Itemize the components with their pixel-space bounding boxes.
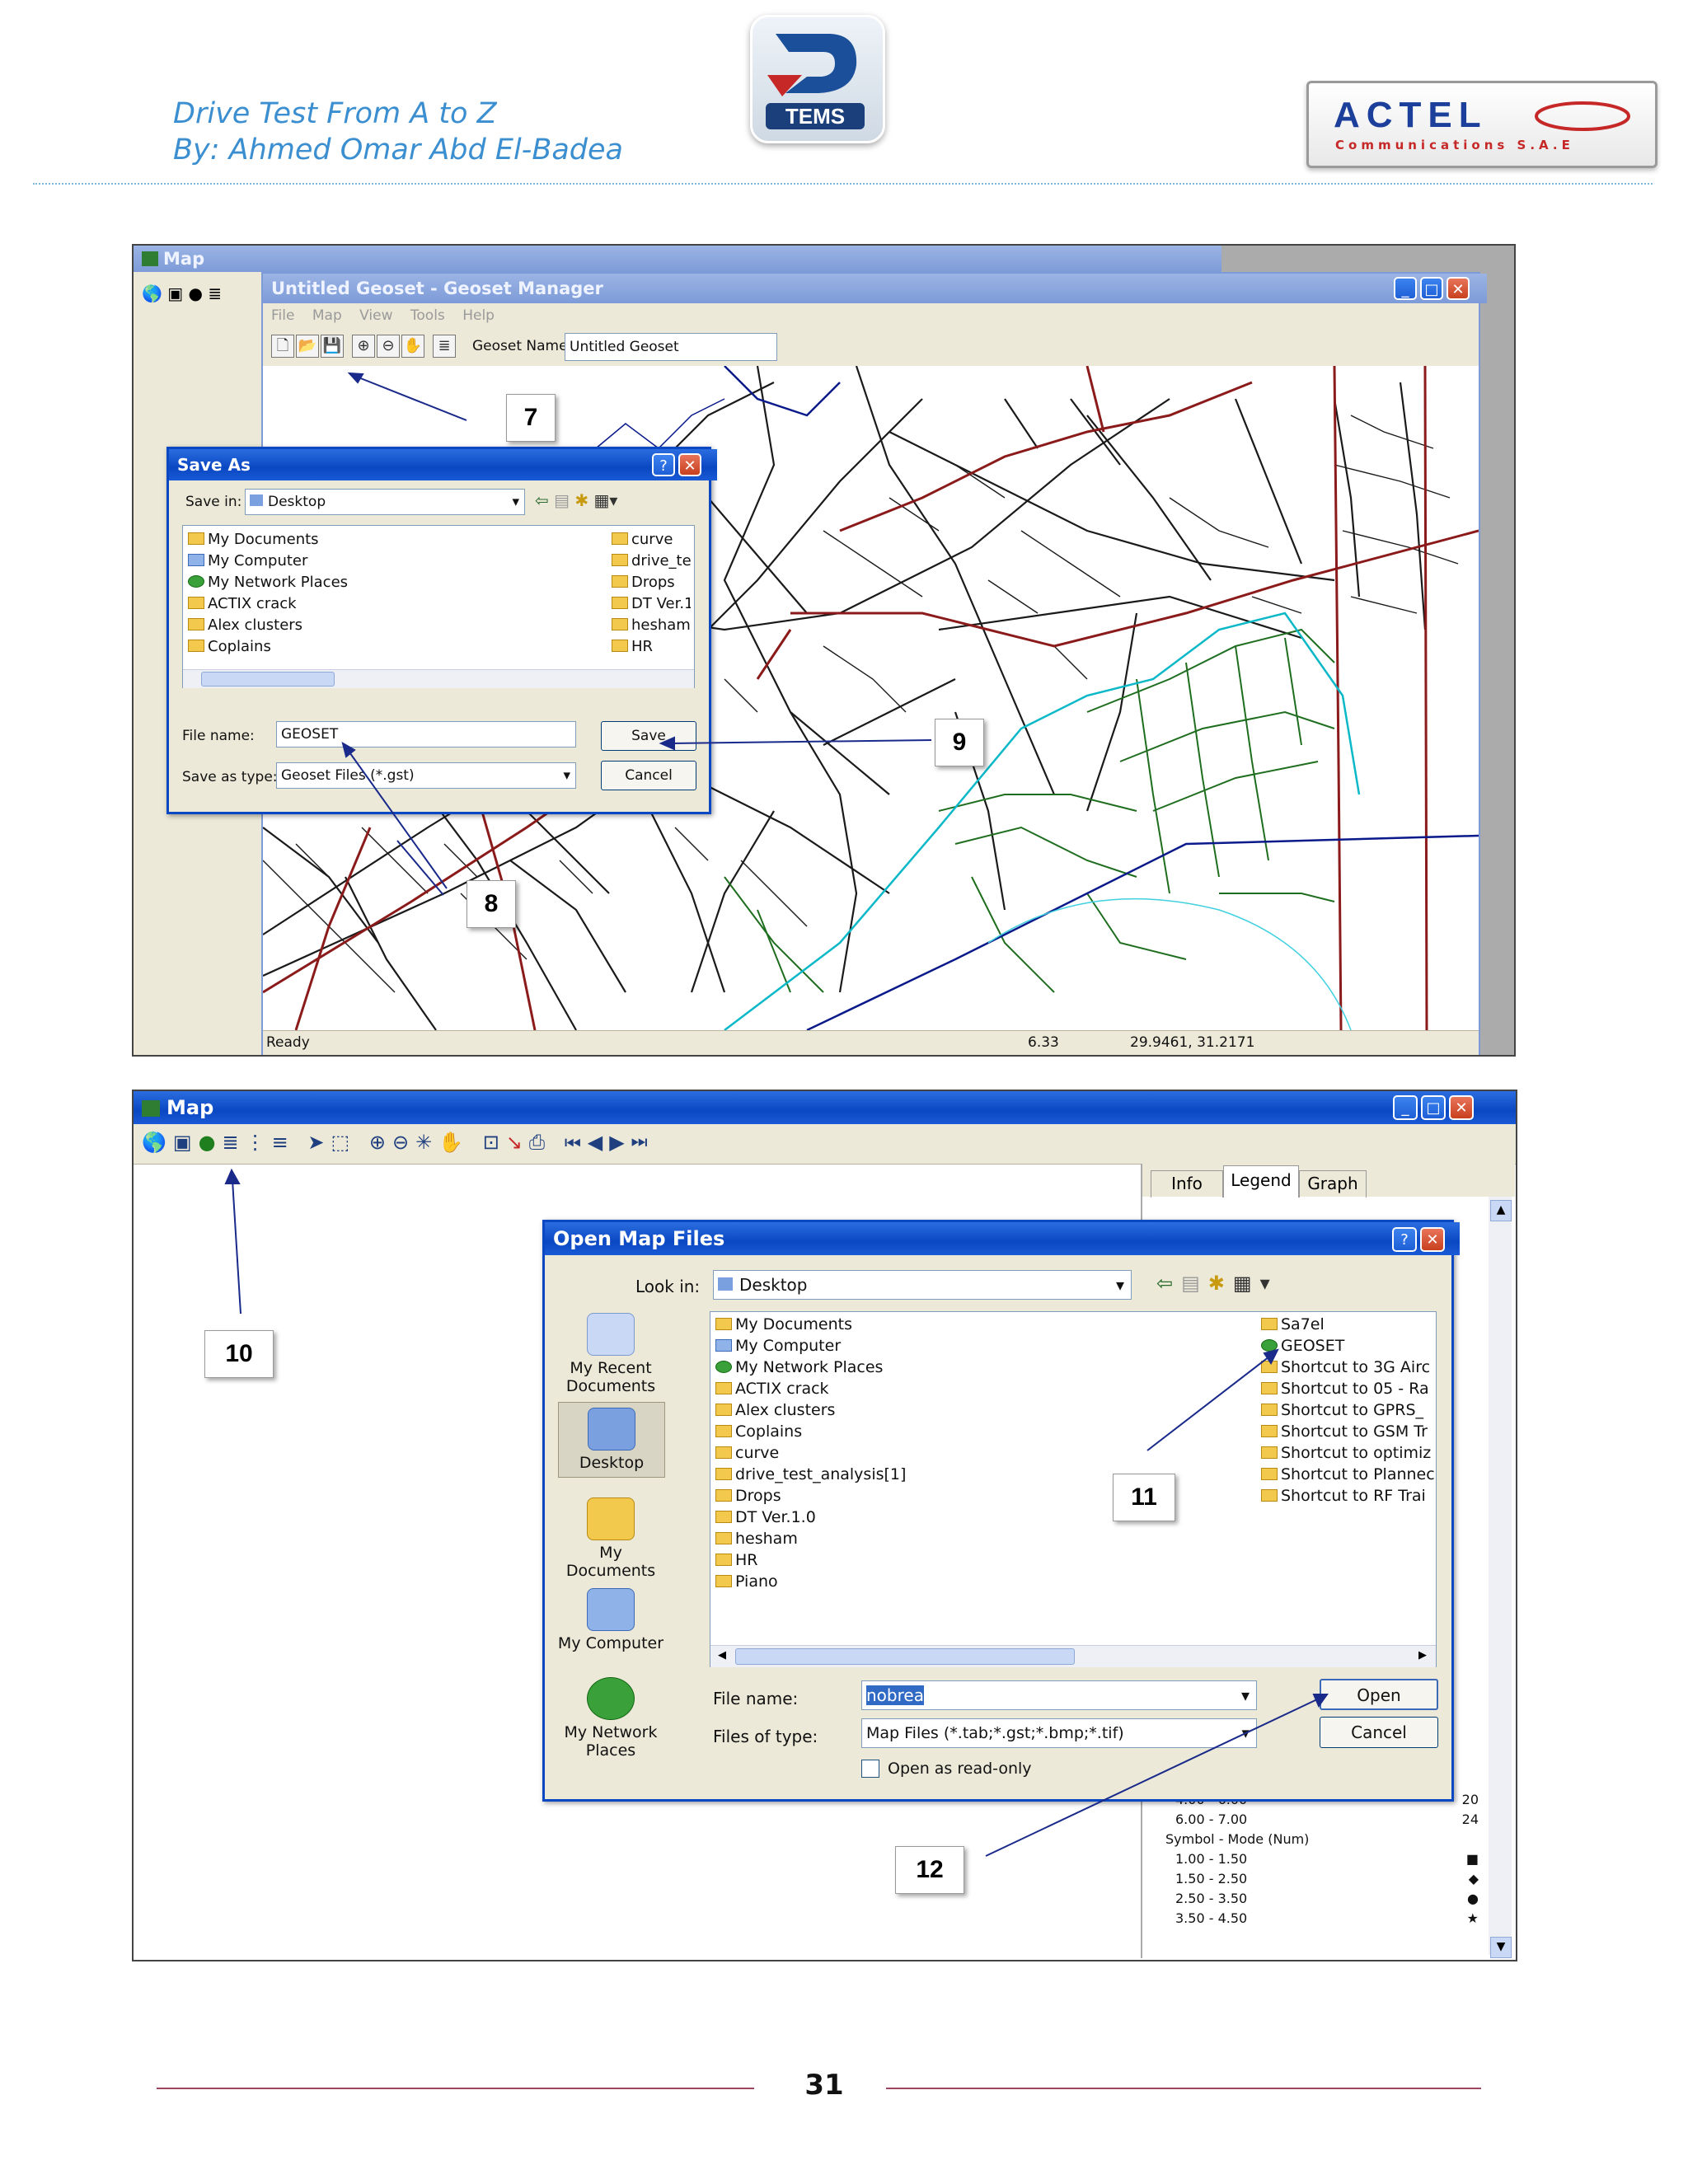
actel-logo-text: ACTEL bbox=[1334, 95, 1488, 135]
actel-logo: ACTEL Communications S.A.E bbox=[1306, 81, 1658, 168]
callout-12: 12 bbox=[895, 1846, 964, 1894]
annotation-arrows bbox=[341, 372, 932, 896]
document-title: Drive Test From A to Z bbox=[173, 97, 497, 130]
tems-logo: TEMS bbox=[750, 15, 885, 143]
actel-logo-sub: Communications S.A.E bbox=[1335, 138, 1574, 152]
footer-rule-right bbox=[886, 2088, 1481, 2089]
open-map-screenshot: Map _ □ ✕ 🌎▣●≣⋮≡ ➤⬚ ⊕⊖✳✋ ⊡↘⎙ ⏮◀▶⏭ Info L… bbox=[132, 1090, 1517, 1961]
footer-rule-left bbox=[157, 2088, 754, 2089]
callout-9: 9 bbox=[935, 719, 984, 766]
callout-8: 8 bbox=[467, 880, 516, 928]
callout-10: 10 bbox=[204, 1330, 274, 1378]
geoset-screenshot: Map 🌎 ▣ ● ≣ Untitled Geoset - Geoset Man… bbox=[132, 244, 1516, 1057]
header-divider bbox=[33, 183, 1653, 185]
callout-7: 7 bbox=[506, 394, 556, 442]
tems-logo-text: TEMS bbox=[785, 104, 846, 129]
document-author: By: Ahmed Omar Abd El-Badea bbox=[173, 134, 623, 166]
page-number: 31 bbox=[804, 2069, 844, 2102]
callout-11: 11 bbox=[1113, 1474, 1175, 1521]
annotation-arrows bbox=[224, 1168, 1329, 1857]
